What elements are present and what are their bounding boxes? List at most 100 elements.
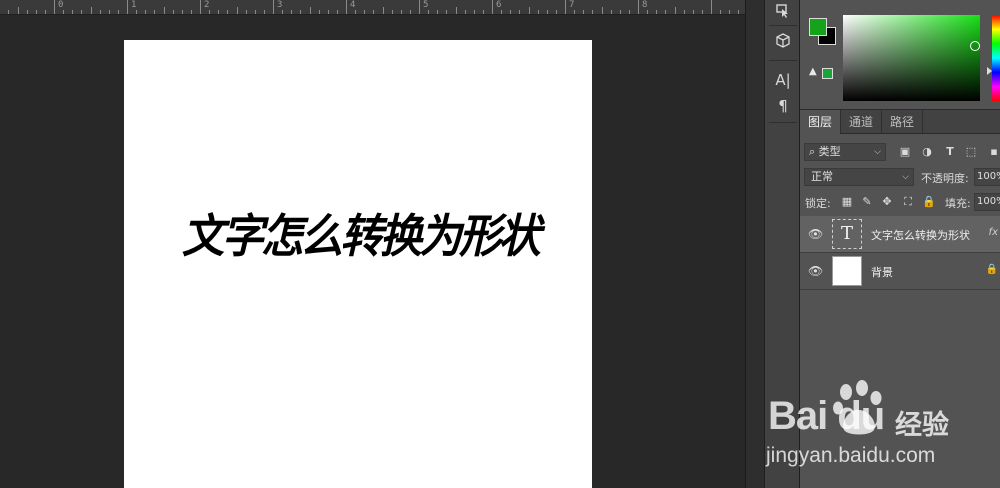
ruler-tick xyxy=(501,10,503,14)
tab-layers[interactable]: 图层 xyxy=(800,110,842,134)
canvas-text-layer[interactable]: 文字怎么转换为形状 xyxy=(182,200,541,266)
ruler-tick xyxy=(729,10,731,14)
filter-adjustment-icon[interactable]: ◑ xyxy=(919,144,935,160)
ruler-tick xyxy=(519,10,521,14)
filter-type-icon[interactable]: T xyxy=(942,144,958,160)
lock-icon: 🔒 xyxy=(985,264,998,275)
ruler-tick xyxy=(482,10,484,14)
tab-paths[interactable]: 路径 xyxy=(882,110,924,134)
ruler-tick xyxy=(683,10,685,14)
ruler-tick xyxy=(309,7,311,14)
ruler-tick xyxy=(136,10,138,14)
ruler-tick xyxy=(473,10,475,14)
ruler-number: 5 xyxy=(423,0,429,10)
ruler-number: 4 xyxy=(350,0,356,10)
ruler-tick xyxy=(510,10,512,14)
layer-name[interactable]: 背景 xyxy=(871,264,893,280)
ruler-tick xyxy=(400,10,402,14)
filter-shape-icon[interactable]: ⬚ xyxy=(963,144,979,160)
lock-transparent-icon[interactable]: ▦ xyxy=(840,195,854,209)
ruler-tick xyxy=(610,10,612,14)
ruler-tick xyxy=(108,10,110,14)
ruler-tick xyxy=(44,10,46,14)
ruler-tick xyxy=(200,0,201,14)
ruler-tick xyxy=(720,10,722,14)
opacity-label: 不透明度: xyxy=(921,172,969,185)
ruler-tick xyxy=(209,10,211,14)
lock-artboard-icon[interactable]: ⛶ xyxy=(901,195,915,209)
ruler-tick xyxy=(282,10,284,14)
3d-tool-icon[interactable] xyxy=(771,30,795,52)
hue-slider[interactable] xyxy=(992,15,1000,101)
layer-row-background[interactable]: 👁 背景 🔒 xyxy=(800,253,1000,290)
ruler-tick xyxy=(455,7,457,14)
fill-label: 填充: xyxy=(945,197,971,210)
ruler-tick xyxy=(674,7,676,14)
ruler-tick xyxy=(464,10,466,14)
layer-effects-icon[interactable]: fx xyxy=(989,227,998,238)
ruler-tick xyxy=(619,10,621,14)
layer-filter-select[interactable]: ⌕ 类型 ⌵ xyxy=(804,143,886,161)
canvas-workspace[interactable]: 文字怎么转换为形状 xyxy=(0,15,745,488)
layer-filter-row: ⌕ 类型 ⌵ ▣ ◑ T ⬚ ▪ xyxy=(800,140,1000,164)
ruler-tick xyxy=(99,10,101,14)
filter-smart-object-icon[interactable]: ▪ xyxy=(986,144,1000,160)
ruler-tick xyxy=(327,10,329,14)
paragraph-panel-icon[interactable]: ¶ xyxy=(771,95,795,117)
ruler-tick xyxy=(336,10,338,14)
ruler-tick xyxy=(537,10,539,14)
ruler-tick xyxy=(145,10,147,14)
ruler-number: 6 xyxy=(496,0,502,10)
color-picker-cursor[interactable] xyxy=(970,41,980,51)
ruler-tick xyxy=(528,7,530,14)
opacity-input[interactable]: 100% xyxy=(974,168,1000,186)
eye-icon[interactable]: 👁 xyxy=(808,228,823,240)
character-panel-icon[interactable]: A| xyxy=(771,69,795,91)
ruler-tick xyxy=(701,10,703,14)
ruler-tick xyxy=(355,10,357,14)
foreground-color-swatch[interactable] xyxy=(809,18,827,36)
ruler-tick xyxy=(163,7,165,14)
ruler-tick xyxy=(373,10,375,14)
lock-image-icon[interactable]: ✎ xyxy=(860,195,874,209)
filter-pixel-icon[interactable]: ▣ xyxy=(897,144,913,160)
blend-mode-value: 正常 xyxy=(811,170,833,183)
ruler-tick xyxy=(638,0,639,14)
ruler-number: 1 xyxy=(131,0,137,10)
tab-channels[interactable]: 通道 xyxy=(841,110,883,134)
color-picker-field[interactable] xyxy=(843,15,980,101)
background-layer-thumbnail xyxy=(832,256,862,286)
ruler-number: 3 xyxy=(277,0,283,10)
lock-position-icon[interactable]: ✥ xyxy=(880,195,894,209)
gamut-correction-swatch[interactable] xyxy=(822,68,833,79)
ruler-tick xyxy=(273,0,274,14)
ruler-tick xyxy=(300,10,302,14)
blend-mode-select[interactable]: 正常 ⌵ xyxy=(804,168,914,186)
layer-row-text[interactable]: 👁 T 文字怎么转换为形状 fx xyxy=(800,216,1000,253)
selection-tool-icon[interactable] xyxy=(771,0,795,22)
ruler-tick xyxy=(546,10,548,14)
ruler-tick xyxy=(291,10,293,14)
ruler-tick xyxy=(245,10,247,14)
ruler-tick xyxy=(601,7,603,14)
layer-name[interactable]: 文字怎么转换为形状 xyxy=(871,227,970,243)
lock-all-icon[interactable]: 🔒 xyxy=(922,195,936,209)
ruler-number: 8 xyxy=(642,0,648,10)
fill-input[interactable]: 100% xyxy=(974,193,1000,211)
ruler-tick xyxy=(117,10,119,14)
ruler-tick xyxy=(8,10,10,14)
filter-label: 类型 xyxy=(818,145,841,158)
document-canvas[interactable]: 文字怎么转换为形状 xyxy=(124,40,592,488)
chevron-down-icon: ⌵ xyxy=(874,147,881,157)
ruler-tick xyxy=(665,10,667,14)
watermark-url: jingyan.baidu.com xyxy=(766,444,936,467)
ruler-tick xyxy=(318,10,320,14)
ruler-tick xyxy=(391,10,393,14)
ruler-tick xyxy=(35,10,37,14)
eye-icon[interactable]: 👁 xyxy=(808,265,823,277)
gamut-warning-icon[interactable]: ▲ xyxy=(809,66,817,77)
ruler-tick xyxy=(565,0,566,14)
lock-fill-row: 锁定: ▦ ✎ ✥ ⛶ 🔒 填充: 100% xyxy=(800,190,1000,214)
ruler-tick xyxy=(711,0,712,14)
baidu-jingyan-watermark: Bai du 经验 jingyan.baidu.com xyxy=(762,380,1000,488)
